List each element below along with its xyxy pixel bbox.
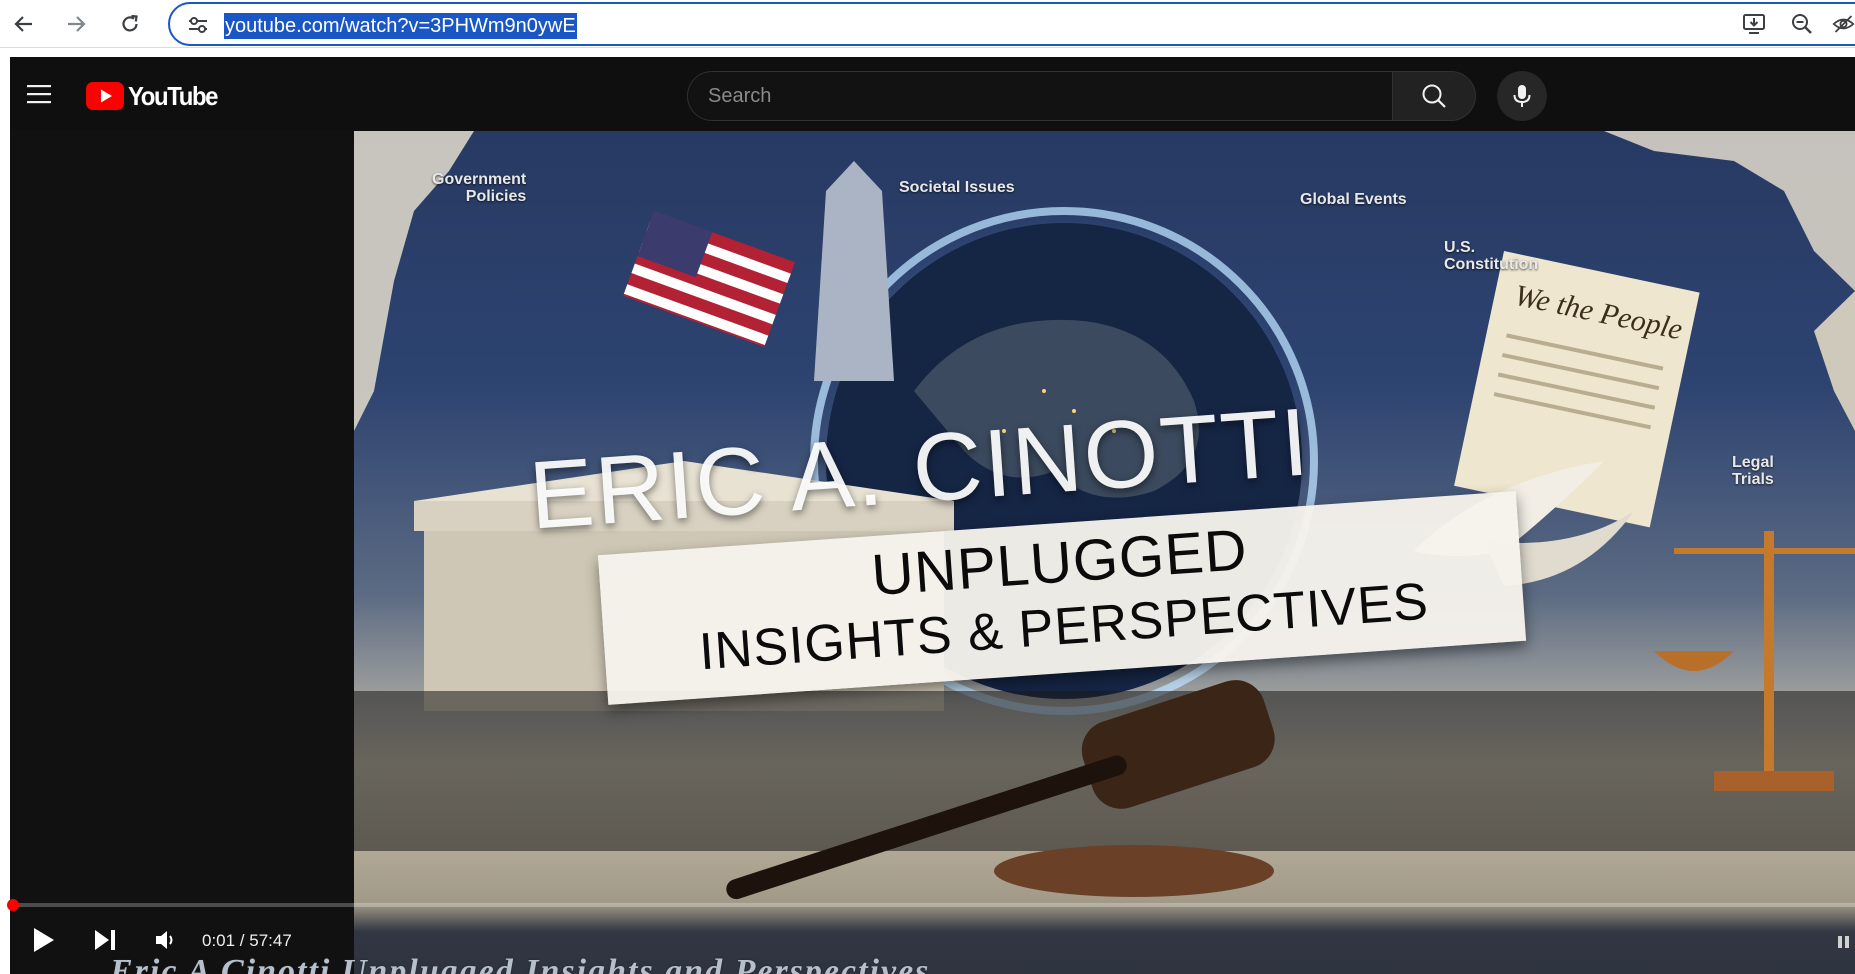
next-video-button[interactable] — [82, 915, 128, 965]
zoom-button[interactable] — [1788, 10, 1816, 38]
volume-icon — [156, 931, 173, 949]
youtube-logo-text: YouTube — [128, 80, 218, 111]
back-button[interactable] — [6, 8, 42, 40]
address-bar[interactable]: youtube.com/watch?v=3PHWm9n0ywE — [168, 2, 1855, 46]
video-caption-text: Eric A Cinotti Unplugged Insights and Pe… — [110, 953, 931, 974]
caption-pause-indicator — [1832, 931, 1855, 953]
youtube-play-logo-icon — [86, 82, 124, 110]
zoom-icon — [1792, 14, 1812, 34]
time-display: 0:01 / 57:47 — [202, 931, 292, 950]
tag-global-events: Global Events — [1300, 191, 1407, 208]
tracking-protection-button[interactable] — [1832, 10, 1855, 38]
microphone-icon — [1513, 85, 1531, 107]
tag-us-constitution: U.S. Constitution — [1444, 239, 1539, 273]
browser-toolbar: youtube.com/watch?v=3PHWm9n0ywE — [0, 0, 1855, 48]
video-frame[interactable]: We the People Government Policies Societ… — [354, 131, 1855, 974]
voice-search-button[interactable] — [1497, 71, 1547, 121]
mute-button[interactable] — [144, 915, 190, 965]
next-icon — [95, 930, 115, 950]
play-icon — [34, 928, 54, 952]
menu-icon — [27, 85, 51, 104]
forward-button[interactable] — [58, 8, 94, 40]
tag-societal-issues: Societal Issues — [899, 179, 1015, 196]
site-info-icon[interactable] — [186, 14, 210, 36]
reload-button[interactable] — [112, 8, 148, 40]
masthead: YouTube — [10, 57, 1855, 131]
eye-off-icon — [1832, 15, 1855, 33]
forward-icon — [68, 16, 86, 32]
install-app-button[interactable] — [1741, 10, 1769, 38]
youtube-logo[interactable]: YouTube — [86, 81, 225, 111]
url-text[interactable]: youtube.com/watch?v=3PHWm9n0ywE — [224, 13, 577, 39]
progress-scrubber[interactable] — [7, 899, 19, 911]
reload-icon — [122, 14, 138, 32]
player-letterbox — [10, 131, 354, 974]
pause-icon — [1837, 936, 1849, 948]
search-icon — [1422, 84, 1446, 108]
search-box[interactable] — [687, 71, 1393, 121]
play-button[interactable] — [20, 915, 66, 965]
tag-legal-trials: Legal Trials — [1732, 454, 1774, 488]
progress-bar[interactable] — [7, 899, 1855, 911]
search-input[interactable] — [688, 72, 1392, 120]
guide-menu-button[interactable] — [24, 79, 54, 109]
youtube-page: YouTube Search We the People Government … — [7, 57, 1855, 974]
search-button[interactable] — [1393, 71, 1476, 121]
tag-government-policies: Government Policies — [432, 171, 527, 205]
video-player[interactable]: We the People Government Policies Societ… — [7, 131, 1855, 974]
install-app-icon — [1743, 14, 1765, 34]
back-icon — [14, 16, 32, 32]
